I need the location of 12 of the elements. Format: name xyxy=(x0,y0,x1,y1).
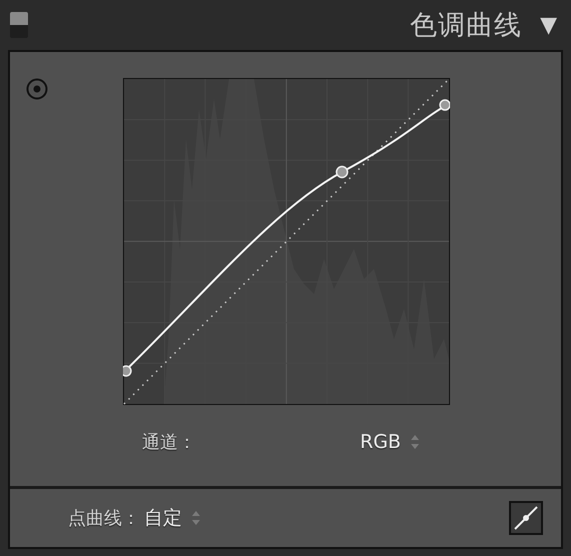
collapse-glyph[interactable]: ▼ xyxy=(540,12,557,38)
curve-point[interactable] xyxy=(122,365,132,377)
point-curve-label: 点曲线： xyxy=(68,507,140,530)
panel-title: 色调曲线 xyxy=(410,9,522,43)
panel-toggle-icon[interactable] xyxy=(10,12,28,38)
point-curve-value[interactable]: 自定 xyxy=(144,505,182,531)
curve-point[interactable] xyxy=(335,166,348,178)
curve-icon xyxy=(513,505,539,531)
curve-point[interactable] xyxy=(438,99,450,111)
curve-mode-button[interactable] xyxy=(509,501,543,535)
channel-label: 通道： xyxy=(142,431,196,454)
channel-value[interactable]: RGB xyxy=(360,431,401,453)
